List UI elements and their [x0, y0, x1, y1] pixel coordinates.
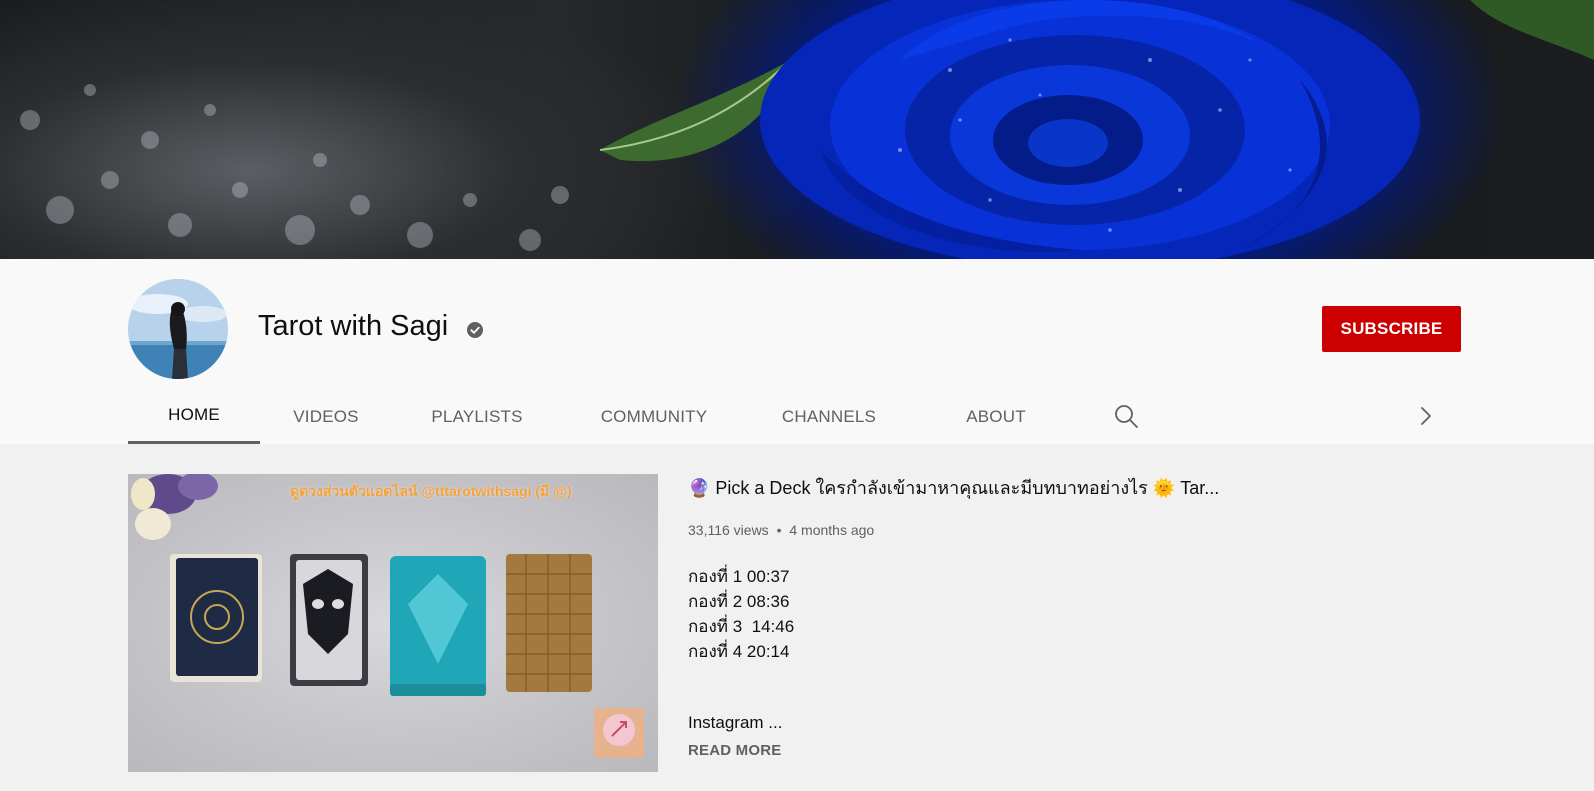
tab-about[interactable]: ABOUT	[936, 389, 1056, 444]
channel-tabs: HOME VIDEOS PLAYLISTS COMMUNITY CHANNELS…	[128, 389, 1468, 444]
meta-separator: •	[776, 522, 782, 538]
thumbnail-image	[131, 474, 644, 758]
featured-video: ดูดวงส่วนตัวแอดไลน์ @tttarotwithsagi (มี…	[128, 474, 1468, 774]
chevron-right-icon[interactable]	[1415, 405, 1437, 427]
upload-age: 4 months ago	[789, 522, 875, 538]
read-more-link[interactable]: READ MORE	[688, 742, 781, 759]
channel-banner	[0, 0, 1594, 259]
tab-home[interactable]: HOME	[128, 389, 260, 444]
video-meta: 33,116 views • 4 months ago	[688, 522, 874, 538]
channel-avatar[interactable]	[128, 279, 228, 379]
tab-community[interactable]: COMMUNITY	[573, 389, 735, 444]
channel-name: Tarot with Sagi	[258, 310, 449, 342]
description-line: กองที่ 3 14:46	[688, 617, 795, 636]
channel-header: Tarot with Sagi SUBSCRIBE HOME VIDEOS PL…	[0, 259, 1594, 444]
description-line: กองที่ 1 00:37	[688, 567, 790, 586]
search-icon[interactable]	[1113, 403, 1139, 429]
video-thumbnail[interactable]: ดูดวงส่วนตัวแอดไลน์ @tttarotwithsagi (มี…	[128, 474, 658, 772]
banner-rose-image	[20, 0, 1594, 259]
video-description: กองที่ 1 00:37 กองที่ 2 08:36 กองที่ 3 1…	[688, 564, 794, 664]
subscribe-button[interactable]: SUBSCRIBE	[1322, 306, 1461, 352]
description-line: กองที่ 2 08:36	[688, 592, 790, 611]
tab-channels[interactable]: CHANNELS	[754, 389, 904, 444]
video-title[interactable]: 🔮 Pick a Deck ใครกำลังเข้ามาหาคุณและมีบท…	[688, 476, 1219, 500]
avatar-image	[128, 279, 228, 379]
tab-playlists[interactable]: PLAYLISTS	[400, 389, 554, 444]
description-truncated: Instagram ...	[688, 713, 783, 732]
description-line: กองที่ 4 20:14	[688, 642, 790, 661]
view-count: 33,116 views	[688, 522, 769, 538]
thumbnail-overlay-text: ดูดวงส่วนตัวแอดไลน์ @tttarotwithsagi (มี…	[290, 483, 572, 499]
verified-check-icon	[467, 322, 483, 338]
tab-videos[interactable]: VIDEOS	[264, 389, 388, 444]
